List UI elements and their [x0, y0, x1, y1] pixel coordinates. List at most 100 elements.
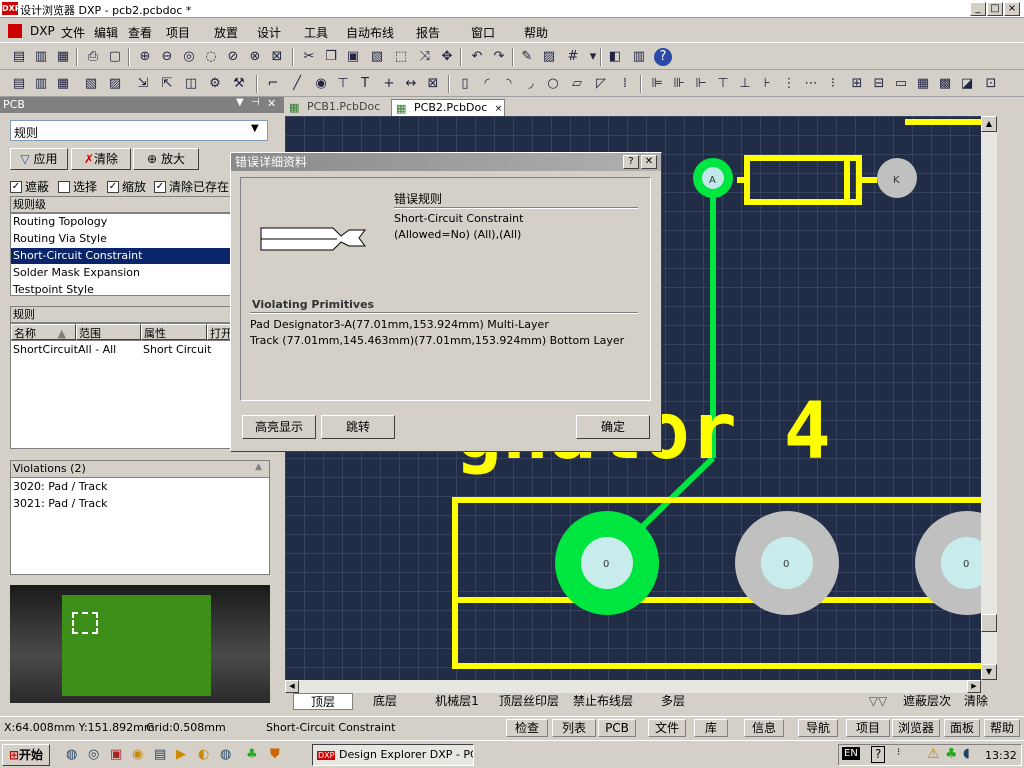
zoom-checkbox[interactable]: ✓ 缩放: [107, 178, 146, 195]
menu-dxp[interactable]: DXP: [30, 24, 55, 38]
quicklaunch-media-icon[interactable]: ◉: [132, 747, 143, 762]
menu-tools[interactable]: 工具: [304, 24, 328, 41]
panel-projects-button[interactable]: 项目: [846, 719, 890, 737]
deselect-icon[interactable]: ⤨: [416, 48, 434, 66]
preview-icon[interactable]: ▢: [106, 48, 124, 66]
room-poly-icon[interactable]: ◪: [958, 75, 976, 93]
tab-close-icon[interactable]: ×: [495, 104, 503, 114]
mask-layers-button[interactable]: 遮蔽层次: [897, 693, 957, 710]
tray-options-icon[interactable]: ⁝: [897, 747, 900, 758]
mask-checkbox[interactable]: ✓ 遮蔽: [10, 178, 49, 195]
layer-tab-multilayer[interactable]: 多层: [645, 693, 701, 710]
start-button[interactable]: ⊞开始: [2, 744, 50, 766]
align-bottom-icon[interactable]: ⊦: [758, 75, 776, 93]
room-icon[interactable]: ▦: [914, 75, 932, 93]
arc-edge-icon[interactable]: ◝: [500, 75, 518, 93]
panel-list-button[interactable]: 列表: [552, 719, 596, 737]
menu-window[interactable]: 窗口: [471, 24, 495, 41]
help-icon[interactable]: ?: [654, 48, 672, 66]
scroll-thumb[interactable]: [981, 614, 997, 632]
redo-icon[interactable]: ↷: [490, 48, 508, 66]
open-doc-icon[interactable]: ▥: [32, 75, 50, 93]
scroll-right-icon[interactable]: ▶: [967, 680, 981, 693]
clear-existing-checkbox[interactable]: ✓ 清除已存在: [154, 178, 229, 195]
horizontal-scrollbar[interactable]: ◀ ▶: [285, 680, 981, 693]
menu-help[interactable]: 帮助: [524, 24, 548, 41]
maximize-button[interactable]: □: [987, 2, 1003, 16]
tab-pcb1[interactable]: ▦ PCB1.PcbDoc: [285, 99, 389, 116]
array-icon[interactable]: ⁞: [616, 75, 634, 93]
menu-place[interactable]: 放置: [214, 24, 238, 41]
zoom-button[interactable]: ⊕ 放大: [133, 148, 199, 170]
tools-icon[interactable]: ⚒: [230, 75, 248, 93]
quicklaunch-shield-icon[interactable]: ⛊: [270, 747, 280, 762]
tab-pcb2[interactable]: ▦ PCB2.PcbDoc ×: [391, 99, 505, 116]
align-top-icon[interactable]: ⊤: [714, 75, 732, 93]
select-box-icon[interactable]: ⬚: [392, 48, 410, 66]
polygon-icon[interactable]: ▱: [568, 75, 586, 93]
pad-icon[interactable]: ◉: [312, 75, 330, 93]
tray-volume-icon[interactable]: ◖: [963, 746, 970, 761]
dimension-icon[interactable]: ↔: [402, 75, 420, 93]
menu-edit[interactable]: 编辑: [94, 24, 118, 41]
save-icon[interactable]: ▦: [54, 48, 72, 66]
scroll-down-icon[interactable]: ▼: [981, 664, 997, 680]
mode-select[interactable]: 规则 ▼: [10, 120, 268, 141]
quicklaunch-app-icon[interactable]: ◐: [198, 747, 209, 762]
align-left-icon[interactable]: ⊫: [648, 75, 666, 93]
via-icon[interactable]: ⊤: [334, 75, 352, 93]
quicklaunch-box-icon[interactable]: ▣: [110, 747, 122, 762]
menu-autoroute[interactable]: 自动布线: [346, 24, 394, 41]
zoom-select-icon[interactable]: ⊘: [224, 48, 242, 66]
interactive-route-icon[interactable]: ⌐: [264, 75, 282, 93]
panel-panels-button[interactable]: 面板: [944, 719, 980, 737]
compile-icon[interactable]: ◫: [182, 75, 200, 93]
quicklaunch-ie-icon[interactable]: ◍: [66, 747, 77, 762]
circle-icon[interactable]: ○: [544, 75, 562, 93]
open-project-icon[interactable]: ▦: [54, 75, 72, 93]
board-insight-preview[interactable]: [10, 585, 270, 703]
clear-button[interactable]: ✗清除: [71, 148, 131, 170]
folder2-icon[interactable]: ▨: [106, 75, 124, 93]
room-rect-icon[interactable]: ▩: [936, 75, 954, 93]
layer-tab-mech1[interactable]: 机械层1: [425, 693, 489, 710]
print-icon[interactable]: ⎙: [84, 48, 102, 66]
select-checkbox[interactable]: 选择: [58, 178, 97, 195]
col-name[interactable]: 名称 ▲: [11, 324, 76, 340]
rule-class-item[interactable]: Routing Topology: [13, 214, 107, 230]
quicklaunch-tree-icon[interactable]: ♣: [246, 747, 258, 762]
panel-files-button[interactable]: 文件: [648, 719, 686, 737]
zoom-in-icon[interactable]: ⊕: [136, 48, 154, 66]
open-folder-icon[interactable]: ▥: [32, 48, 50, 66]
dialog-help-button[interactable]: ?: [623, 155, 639, 169]
ok-button[interactable]: 确定: [576, 415, 650, 439]
zoom-clear-icon[interactable]: ⊠: [268, 48, 286, 66]
room-copy-icon[interactable]: ⊡: [982, 75, 1000, 93]
scroll-left-icon[interactable]: ◀: [285, 680, 299, 693]
col-scope[interactable]: 范围: [76, 324, 141, 340]
quicklaunch-ie2-icon[interactable]: ◍: [220, 747, 231, 762]
layer-tab-bottom[interactable]: 底层: [355, 693, 415, 710]
layer-clear-button[interactable]: 清除: [961, 693, 991, 710]
quicklaunch-desktop-icon[interactable]: ▤: [154, 747, 166, 762]
language-indicator[interactable]: EN: [842, 747, 860, 760]
quicklaunch-browser-icon[interactable]: ◎: [88, 747, 99, 762]
copy-icon[interactable]: ❐: [322, 48, 340, 66]
paste-icon[interactable]: ▣: [344, 48, 362, 66]
cut-icon[interactable]: ✂: [300, 48, 318, 66]
layer-tab-top-overlay[interactable]: 顶层丝印层: [497, 693, 561, 710]
undo-icon[interactable]: ↶: [468, 48, 486, 66]
zoom-fit-icon[interactable]: ◌: [202, 48, 220, 66]
folder-icon[interactable]: ▧: [82, 75, 100, 93]
taskbar-task-dxp[interactable]: DXP Design Explorer DXP - PC...: [312, 744, 474, 766]
new-icon[interactable]: ▤: [10, 75, 28, 93]
panel-help-button[interactable]: 帮助: [984, 719, 1020, 737]
align-right-icon[interactable]: ⊩: [692, 75, 710, 93]
layer-tab-top[interactable]: 顶层: [293, 693, 353, 710]
highlight-button[interactable]: 高亮显示: [242, 415, 316, 439]
dialog-close-button[interactable]: ✕: [641, 155, 657, 169]
scroll-up-icon[interactable]: ▲: [981, 116, 997, 132]
highlight-icon[interactable]: ✎: [518, 48, 536, 66]
layer-filter-icon[interactable]: ▽▽: [863, 693, 893, 710]
tray-help-icon[interactable]: ?: [871, 746, 886, 763]
